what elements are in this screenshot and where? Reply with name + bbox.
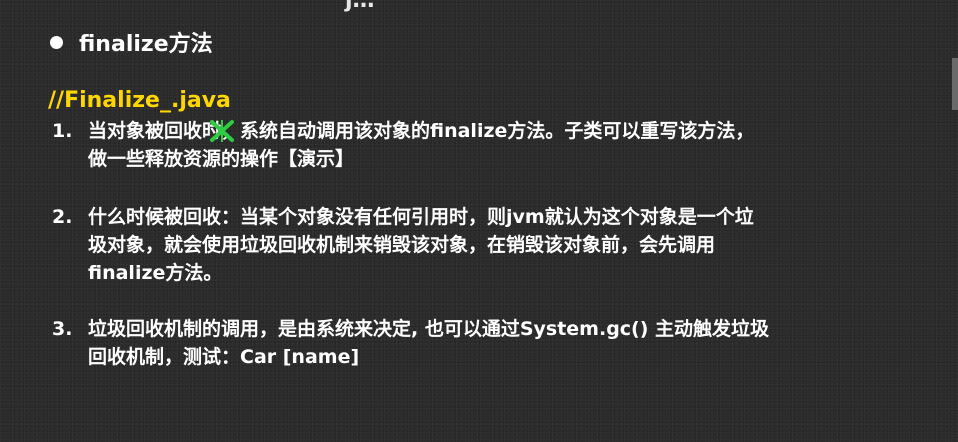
list-line: 圾对象，就会使用垃圾回收机制来销毁该对象，在销毁该对象前，会先调用 bbox=[88, 234, 716, 256]
list-item: 3. 垃圾回收机制的调用，是由系统来决定, 也可以通过System.gc() 主… bbox=[52, 315, 769, 371]
section-heading: finalize方法 bbox=[50, 26, 213, 58]
slide-title-cutoff: j… bbox=[345, 0, 375, 13]
edge-accent bbox=[952, 58, 958, 110]
list-item: 2. 什么时候被回收：当某个对象没有任何引用时，则jvm就认为这个对象是一个垃 … bbox=[52, 203, 754, 287]
bullet-icon bbox=[50, 35, 63, 49]
list-line: 回收机制，测试：Car [name] bbox=[88, 346, 360, 368]
list-line: finalize方法。 bbox=[88, 262, 223, 284]
slide: j… finalize方法 //Finalize_.java 1. 当对象被回收… bbox=[0, 0, 958, 442]
list-line: 做一些释放资源的操作【演示】 bbox=[88, 148, 355, 170]
list-number: 1. bbox=[52, 120, 73, 142]
list-item: 1. 当对象被回收时，系统自动调用该对象的finalize方法。子类可以重写该方… bbox=[52, 117, 754, 173]
list-line: 垃圾回收机制的调用，是由系统来决定, 也可以通过System.gc() 主动触发… bbox=[88, 318, 770, 340]
file-comment: //Finalize_.java bbox=[48, 88, 231, 113]
list-line: 什么时候被回收：当某个对象没有任何引用时，则jvm就认为这个对象是一个垃 bbox=[88, 206, 754, 228]
list-number: 2. bbox=[52, 206, 73, 228]
text-select-cursor-icon bbox=[209, 119, 235, 143]
heading-text: finalize方法 bbox=[79, 32, 213, 57]
list-number: 3. bbox=[52, 318, 73, 340]
list-line: 当对象被回收时，系统自动调用该对象的finalize方法。子类可以重写该方法， bbox=[88, 120, 755, 142]
